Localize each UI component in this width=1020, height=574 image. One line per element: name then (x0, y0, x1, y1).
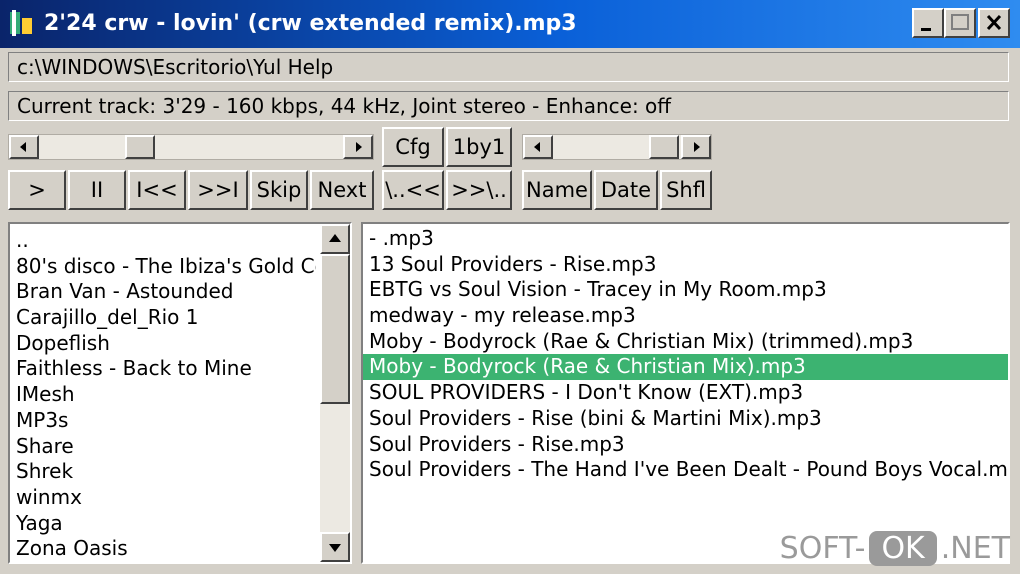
watermark-left: SOFT- (779, 531, 866, 566)
position-thumb[interactable] (125, 135, 155, 159)
arrow-down-icon (329, 544, 341, 552)
arrow-left-icon (534, 142, 540, 152)
cfg-button[interactable]: Cfg (382, 127, 444, 167)
folder-item[interactable]: winmx (10, 485, 316, 511)
status-bar: Current track: 3'29 - 160 kbps, 44 kHz, … (8, 91, 1009, 121)
scroll-up-button[interactable] (320, 224, 350, 254)
folder-item[interactable]: Shrek (10, 459, 316, 485)
folder-item[interactable]: Yaga (10, 511, 316, 537)
folder-item[interactable]: IMesh (10, 382, 316, 408)
file-item[interactable]: SOUL PROVIDERS - I Don't Know (EXT).mp3 (363, 380, 1008, 406)
play-button[interactable]: > (8, 170, 66, 210)
scroll-down-button[interactable] (320, 532, 350, 562)
folder-scrollbar[interactable] (320, 224, 350, 562)
arrow-right-icon (694, 142, 700, 152)
watermark-ok: OK (869, 531, 937, 566)
volume-right-button[interactable] (681, 135, 711, 159)
maximize-icon (951, 14, 969, 30)
title-bar[interactable]: 2'24 crw - lovin' (crw extended remix).m… (0, 0, 1020, 48)
folder-up-button[interactable]: \..<< (382, 170, 444, 210)
position-slider[interactable] (8, 134, 374, 160)
file-item[interactable]: Soul Providers - Rise.mp3 (363, 432, 1008, 458)
folder-scroll-thumb[interactable] (320, 254, 350, 404)
watermark-right: .NET (940, 531, 1010, 566)
pause-button[interactable]: II (68, 170, 126, 210)
file-list[interactable]: - .mp3 13 Soul Providers - Rise.mp3 EBTG v… (361, 222, 1010, 564)
folder-item[interactable]: Bran Van - Astounded (10, 279, 316, 305)
shuffle-button[interactable]: Shfl (660, 170, 712, 210)
position-right-button[interactable] (343, 135, 373, 159)
file-item[interactable]: Moby - Bodyrock (Rae & Christian Mix) (t… (363, 329, 1008, 355)
file-item[interactable]: EBTG vs Soul Vision - Tracey in My Room.… (363, 277, 1008, 303)
volume-slider[interactable] (522, 134, 712, 160)
file-item[interactable]: 13 Soul Providers - Rise.mp3 (363, 252, 1008, 278)
app-icon (10, 10, 32, 36)
file-item[interactable]: medway - my release.mp3 (363, 303, 1008, 329)
arrow-right-icon (356, 142, 362, 152)
minimize-button[interactable] (912, 8, 944, 38)
watermark: SOFT- OK .NET (780, 531, 1010, 566)
folder-item[interactable]: Carajillo_del_Rio 1 (10, 305, 316, 331)
arrow-up-icon (329, 234, 341, 242)
volume-left-button[interactable] (523, 135, 553, 159)
sort-name-button[interactable]: Name (522, 170, 592, 210)
maximize-button[interactable] (944, 8, 976, 38)
folder-item[interactable]: 80's disco - The Ibiza's Gold Collection (10, 254, 316, 280)
folder-item[interactable]: Dopeflish (10, 331, 316, 357)
folder-list[interactable]: ..80's disco - The Ibiza's Gold Collecti… (8, 222, 352, 564)
next-track-button[interactable]: >>I (188, 170, 248, 210)
folder-item[interactable]: Share (10, 434, 316, 460)
arrow-left-icon (20, 142, 26, 152)
next-button[interactable]: Next (310, 170, 374, 210)
folder-item[interactable]: MP3s (10, 408, 316, 434)
close-icon (986, 14, 1002, 31)
one-by-one-button[interactable]: 1by1 (446, 127, 512, 167)
file-item[interactable]: Soul Providers - Rise (bini & Martini Mi… (363, 406, 1008, 432)
path-bar: c:\WINDOWS\Escritorio\Yul Help (8, 52, 1009, 82)
sort-date-button[interactable]: Date (594, 170, 658, 210)
file-item[interactable]: - .mp3 (363, 226, 1008, 252)
file-item[interactable]: Soul Providers - The Hand I've Been Deal… (363, 457, 1008, 483)
skip-button[interactable]: Skip (250, 170, 308, 210)
close-button[interactable] (978, 8, 1010, 38)
volume-thumb[interactable] (649, 135, 679, 159)
folder-down-button[interactable]: >>\.. (446, 170, 512, 210)
folder-item[interactable]: Zona Oasis (10, 536, 316, 562)
folder-item[interactable]: Faithless - Back to Mine (10, 356, 316, 382)
file-item-selected[interactable]: Moby - Bodyrock (Rae & Christian Mix).mp… (363, 354, 1008, 381)
position-left-button[interactable] (9, 135, 39, 159)
window-title: 2'24 crw - lovin' (crw extended remix).m… (44, 11, 577, 36)
folder-item[interactable]: .. (10, 228, 316, 254)
previous-track-button[interactable]: I<< (128, 170, 186, 210)
minimize-icon (921, 28, 931, 31)
